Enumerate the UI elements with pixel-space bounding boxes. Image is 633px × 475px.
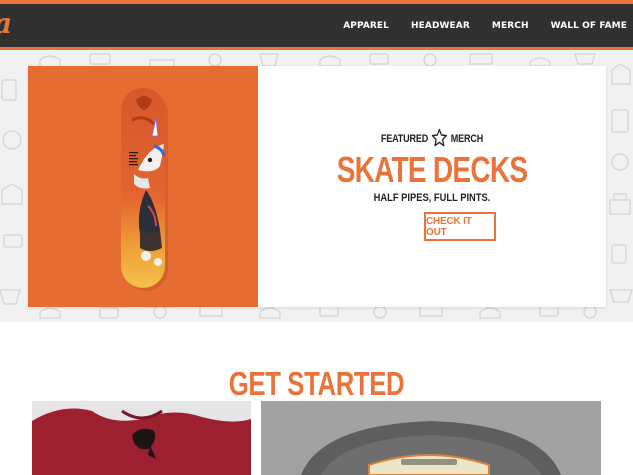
apparel-category-card[interactable] — [32, 401, 251, 475]
hero-subtitle: HALF PIPES, FULL PINTS. — [373, 192, 491, 204]
hero-content: FEATURED MERCH SKATE DECKS HALF PIPES, F… — [258, 66, 606, 307]
featured-merch-label: FEATURED MERCH — [289, 128, 574, 150]
featured-hero-card: FEATURED MERCH SKATE DECKS HALF PIPES, F… — [28, 66, 606, 307]
headwear-category-card[interactable] — [261, 401, 601, 475]
merch-text: MERCH — [450, 133, 484, 145]
nav-menu: APPAREL HEADWEAR MERCH WALL OF FAME — [321, 4, 627, 47]
main-navbar: a APPAREL HEADWEAR MERCH WALL OF FAME — [0, 4, 633, 50]
skate-deck-image[interactable] — [28, 66, 258, 307]
hero-title: SKATE DECKS — [336, 149, 528, 190]
nav-link-apparel[interactable]: APPAREL — [343, 21, 389, 31]
site-logo[interactable]: a — [0, 10, 18, 38]
check-it-out-button[interactable]: CHECK IT OUT — [424, 212, 496, 241]
get-started-heading: GET STARTED — [228, 365, 405, 403]
nav-link-headwear[interactable]: HEADWEAR — [411, 21, 470, 31]
star-icon — [431, 128, 448, 150]
nav-link-merch[interactable]: MERCH — [492, 21, 529, 31]
nav-link-wall-of-fame[interactable]: WALL OF FAME — [551, 21, 627, 31]
featured-text: FEATURED — [380, 133, 429, 145]
